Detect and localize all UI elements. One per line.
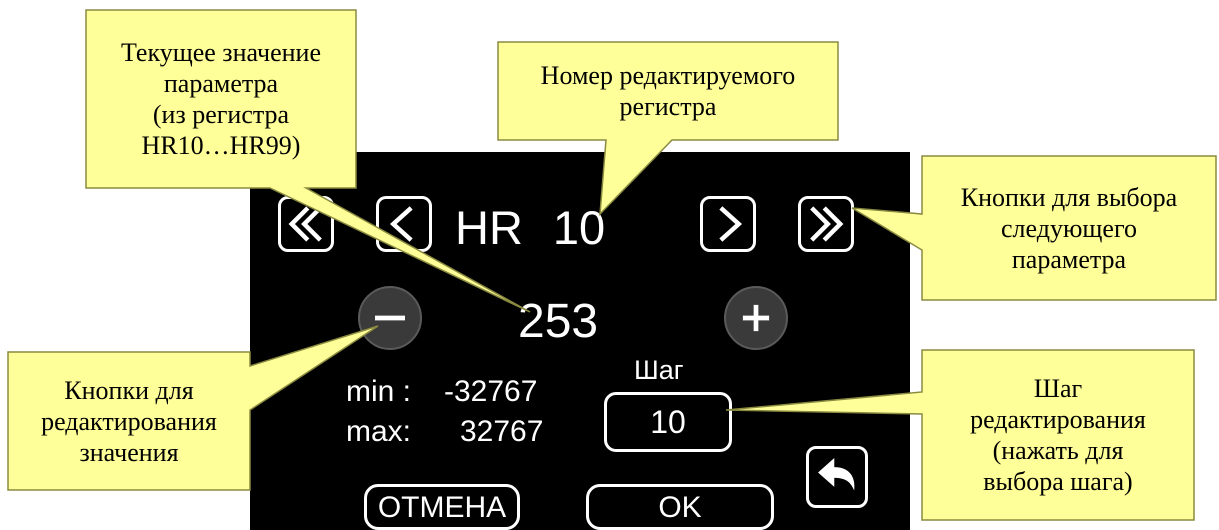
step-select-button[interactable]: 10: [604, 392, 732, 452]
callout-next-param-text: Кнопки для выбора следующего параметра: [922, 156, 1216, 300]
plus-icon: [742, 304, 770, 332]
callout-line: регистра: [619, 92, 717, 121]
callout-line: Шаг: [1033, 374, 1083, 403]
callout-line: параметра: [163, 69, 279, 98]
register-label: HR 10: [455, 204, 605, 251]
callout-line: Кнопки для: [64, 375, 194, 405]
callout-edit-buttons-text: Кнопки для редактирования значения: [8, 352, 250, 490]
callout-line: значения: [79, 437, 179, 467]
next-register-button[interactable]: [700, 196, 756, 252]
callout-line: Номер редактируемого: [540, 61, 796, 90]
chevron-right-icon: [719, 206, 743, 242]
callout-line: (из регистра: [152, 100, 290, 129]
callout-line: выбора шага): [983, 467, 1133, 496]
first-register-button[interactable]: [278, 196, 334, 252]
callout-current-value-text: Текущее значение параметра (из регистра …: [86, 10, 356, 188]
last-register-button[interactable]: [798, 196, 854, 252]
prev-register-button[interactable]: [376, 196, 432, 252]
chevron-left-icon: [389, 206, 413, 242]
double-chevron-left-icon: [288, 206, 322, 242]
callout-line: редактирования: [41, 406, 217, 436]
step-title: Шаг: [634, 355, 684, 385]
current-value: 253: [518, 295, 599, 348]
device-screen: HR 10 253 min : -32767 max: 32767 Шаг 10 …: [250, 152, 910, 530]
back-button[interactable]: [806, 446, 868, 508]
back-arrow-icon: [818, 458, 855, 491]
double-chevron-right-icon: [810, 206, 844, 242]
cancel-button[interactable]: ОТМЕНА: [364, 484, 520, 530]
minus-icon: [375, 315, 405, 321]
increment-button[interactable]: [724, 286, 788, 350]
callout-line: следующего: [1001, 213, 1137, 243]
callout-line: (нажать для: [992, 436, 1124, 465]
min-value: -32767: [444, 375, 538, 408]
callout-register-number-text: Номер редактируемого регистра: [498, 42, 838, 140]
max-value: 32767: [460, 415, 544, 448]
register-prefix: HR: [455, 201, 523, 254]
callout-line: редактирования: [970, 405, 1146, 434]
decrement-button[interactable]: [358, 286, 422, 350]
callout-line: HR10…HR99): [141, 131, 301, 160]
max-label: max:: [346, 415, 412, 448]
callout-line: параметра: [1011, 244, 1127, 274]
register-number: 10: [552, 201, 606, 254]
callout-step-text: Шаг редактирования (нажать для выбора ша…: [922, 350, 1194, 520]
callout-line: Кнопки для выбора: [960, 182, 1178, 212]
callout-line: Текущее значение: [121, 38, 321, 67]
ok-button[interactable]: OK: [586, 484, 774, 530]
min-label: min :: [346, 375, 412, 408]
